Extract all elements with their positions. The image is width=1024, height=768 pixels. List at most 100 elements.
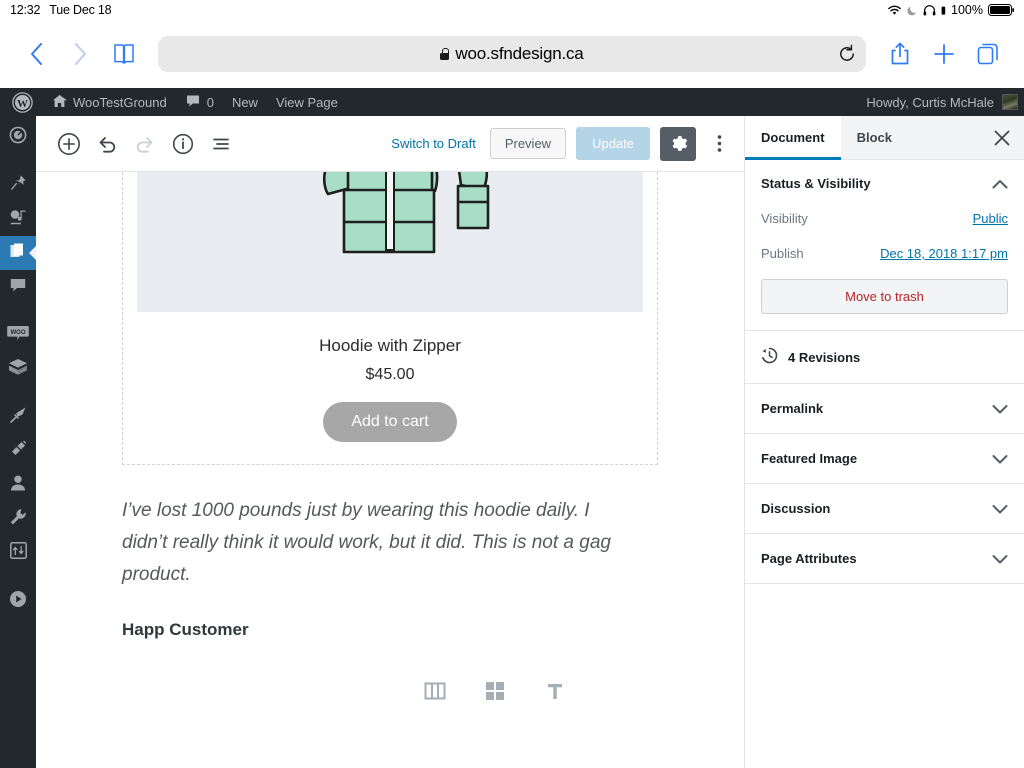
headphones-icon	[923, 5, 936, 16]
battery-percent-label: 100%	[951, 3, 983, 17]
editor-canvas[interactable]: Hoodie with Zipper $45.00 Add to cart I’…	[36, 172, 744, 768]
info-button[interactable]	[164, 125, 202, 163]
permalink-panel[interactable]: Permalink	[745, 384, 1024, 434]
quote-block[interactable]: I’ve lost 1000 pounds just by wearing th…	[122, 495, 658, 640]
status-bar-left: 12:32 Tue Dec 18	[10, 3, 111, 17]
site-name-label: WooTestGround	[73, 95, 167, 110]
switch-to-draft-button[interactable]: Switch to Draft	[387, 130, 480, 157]
svg-text:W: W	[17, 98, 28, 110]
sidebar-item-media[interactable]	[0, 202, 36, 236]
sidebar-item-posts[interactable]	[0, 168, 36, 202]
sidebar-item-comments[interactable]	[0, 270, 36, 304]
update-button[interactable]: Update	[576, 127, 650, 160]
revisions-clock-icon	[761, 347, 778, 367]
comment-bubble-icon	[185, 93, 201, 112]
sidebar-item-users[interactable]	[0, 468, 36, 502]
chevron-down-icon	[992, 404, 1008, 414]
page-attributes-label: Page Attributes	[761, 551, 857, 566]
bookmarks-button[interactable]	[102, 32, 146, 76]
back-button[interactable]	[14, 32, 58, 76]
preview-button[interactable]: Preview	[490, 128, 566, 159]
paintbrush-icon	[9, 406, 27, 429]
more-menu-button[interactable]	[706, 127, 732, 161]
sidebar-item-plugins[interactable]	[0, 434, 36, 468]
reload-button[interactable]	[838, 45, 856, 64]
sidebar-item-products[interactable]	[0, 352, 36, 386]
battery-icon	[988, 4, 1014, 16]
featured-image-label: Featured Image	[761, 451, 857, 466]
undo-button[interactable]	[88, 125, 126, 163]
admin-bar-view-page[interactable]: View Page	[267, 88, 347, 116]
sidebar-divider-2	[0, 304, 36, 318]
tab-block[interactable]: Block	[841, 116, 908, 159]
editor-column: Switch to Draft Preview Update	[36, 116, 744, 768]
new-label: New	[232, 95, 258, 110]
editor-actions: Switch to Draft Preview Update	[387, 127, 732, 161]
moon-icon	[907, 5, 918, 16]
share-button[interactable]	[878, 32, 922, 76]
revisions-label: 4 Revisions	[788, 350, 860, 365]
plug-icon	[9, 440, 27, 463]
redo-button[interactable]	[126, 125, 164, 163]
tabs-button[interactable]	[966, 32, 1010, 76]
status-bar-date: Tue Dec 18	[49, 3, 111, 17]
sidebar-divider-4	[0, 570, 36, 584]
product-title: Hoodie with Zipper	[123, 336, 657, 356]
status-visibility-header[interactable]: Status & Visibility	[761, 176, 1008, 191]
chevron-down-icon	[992, 454, 1008, 464]
publish-label: Publish	[761, 246, 804, 261]
svg-text:WOO: WOO	[11, 330, 26, 336]
publish-date-button[interactable]: Dec 18, 2018 1:17 pm	[880, 246, 1008, 261]
admin-bar-comments[interactable]: 0	[176, 88, 223, 116]
sidebar-item-tools[interactable]	[0, 502, 36, 536]
url-content: woo.sfndesign.ca	[440, 44, 583, 64]
quote-text[interactable]: I’ve lost 1000 pounds just by wearing th…	[122, 495, 618, 591]
columns-icon[interactable]	[417, 676, 453, 706]
media-icon	[9, 208, 27, 231]
sidebar-item-woocommerce[interactable]: WOO	[0, 318, 36, 352]
product-image	[137, 172, 643, 312]
revisions-row[interactable]: 4 Revisions	[745, 331, 1024, 384]
sidebar-item-dashboard[interactable]	[0, 120, 36, 154]
text-icon[interactable]	[537, 676, 573, 706]
play-icon	[9, 590, 27, 613]
chevron-down-icon	[992, 554, 1008, 564]
view-page-label: View Page	[276, 95, 338, 110]
sidebar-item-pages[interactable]	[0, 236, 36, 270]
wordpress-logo[interactable]: W	[0, 88, 43, 116]
close-settings-button[interactable]	[980, 116, 1024, 159]
list-view-button[interactable]	[202, 125, 240, 163]
featured-image-panel[interactable]: Featured Image	[745, 434, 1024, 484]
product-block[interactable]: Hoodie with Zipper $45.00 Add to cart	[122, 172, 658, 465]
add-block-button[interactable]	[50, 125, 88, 163]
grid-icon[interactable]	[477, 676, 513, 706]
visibility-value-button[interactable]: Public	[973, 211, 1008, 226]
comment-icon	[9, 276, 27, 299]
new-tab-button[interactable]	[922, 32, 966, 76]
forward-button[interactable]	[58, 32, 102, 76]
pages-icon	[9, 242, 27, 265]
admin-bar-account[interactable]: Howdy, Curtis McHale	[866, 94, 1024, 110]
chevron-up-icon	[992, 179, 1008, 189]
sidebar-item-settings[interactable]	[0, 536, 36, 570]
admin-bar-site-name[interactable]: WooTestGround	[43, 88, 176, 116]
discussion-label: Discussion	[761, 501, 830, 516]
tab-document[interactable]: Document	[745, 116, 841, 159]
sidebar-item-appearance[interactable]	[0, 400, 36, 434]
discussion-panel[interactable]: Discussion	[745, 484, 1024, 534]
comment-count: 0	[207, 95, 214, 110]
move-to-trash-button[interactable]: Move to trash	[761, 279, 1008, 314]
visibility-row: Visibility Public	[761, 211, 1008, 226]
greeting-label: Howdy, Curtis McHale	[866, 95, 994, 110]
publish-row: Publish Dec 18, 2018 1:17 pm	[761, 246, 1008, 261]
sidebar-item-media-player[interactable]	[0, 584, 36, 618]
page-body: WOO	[0, 116, 1024, 768]
admin-bar-new[interactable]: New	[223, 88, 267, 116]
settings-gear-button[interactable]	[660, 127, 696, 161]
page-attributes-panel[interactable]: Page Attributes	[745, 534, 1024, 584]
lock-icon	[440, 48, 449, 60]
quote-citation[interactable]: Happ Customer	[122, 620, 618, 640]
url-bar[interactable]: woo.sfndesign.ca	[158, 36, 866, 72]
user-icon	[9, 474, 27, 497]
add-to-cart-button[interactable]: Add to cart	[323, 402, 456, 442]
